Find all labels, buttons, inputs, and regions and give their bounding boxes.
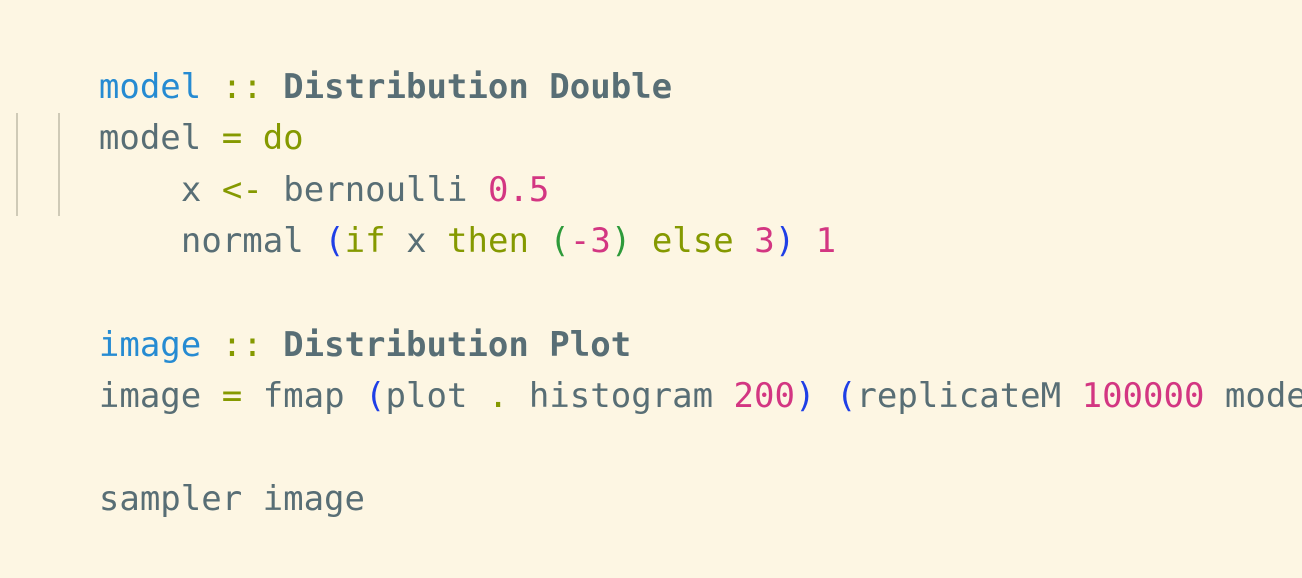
code-line-3: x <- bernoulli 0.5 — [17, 113, 1302, 210]
code-token: sampler image — [98, 479, 365, 520]
code-line-1: model :: Distribution Double — [17, 10, 1302, 107]
code-editor[interactable]: model :: Distribution Double model = do … — [0, 0, 1302, 519]
code-line-4: normal (if x then (-3) else 3) 1 — [17, 165, 1302, 261]
code-line-7: image = fmap (plot . histogram 200) (rep… — [17, 320, 1302, 416]
code-line-6: image :: Distribution Plot — [17, 268, 1302, 365]
code-line-9: sampler image — [17, 423, 1302, 519]
code-line-2: model = do — [17, 62, 1302, 158]
